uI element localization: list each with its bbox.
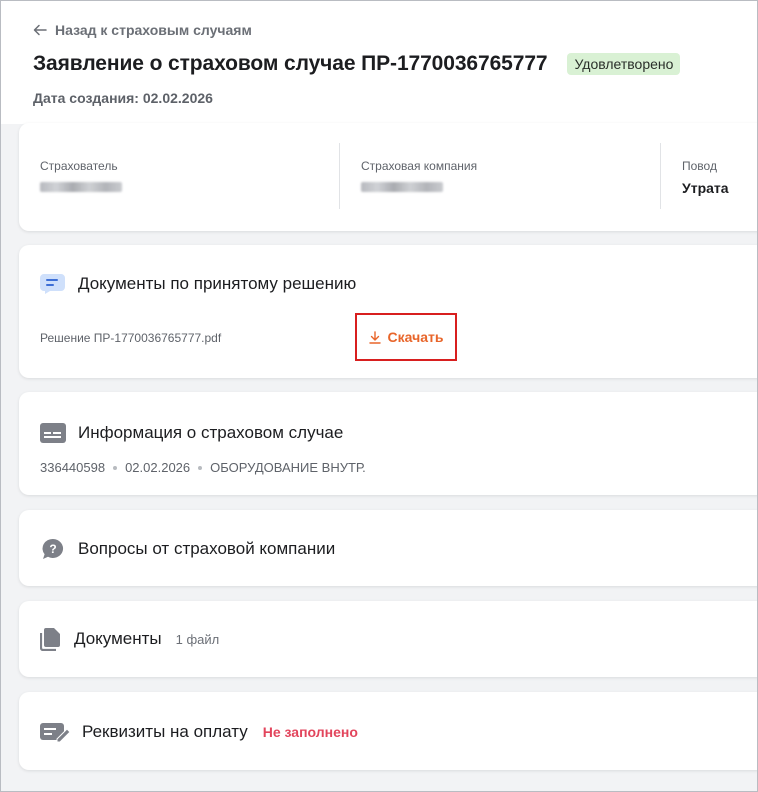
svg-text:?: ? (49, 542, 56, 556)
arrow-left-icon (33, 24, 47, 36)
separator-dot (113, 465, 118, 470)
decision-file-name: Решение ПР-1770036765777.pdf (40, 331, 222, 345)
payment-status: Не заполнено (262, 724, 358, 740)
page-header: Назад к страховым случаям Заявление о ст… (0, 0, 758, 124)
company-block: Страховая компания (361, 159, 477, 192)
questions-header: ? Вопросы от страховой компании (40, 538, 335, 560)
company-value-redacted (361, 182, 443, 192)
question-icon: ? (40, 538, 66, 560)
reason-value: Утрата (682, 180, 729, 196)
divider (339, 143, 340, 209)
decision-documents-header: Документы по принятому решению (40, 273, 356, 295)
documents-count: 1 файл (175, 631, 220, 647)
insurer-label: Страхователь (40, 159, 118, 173)
case-info-title: Информация о страховом случае (78, 423, 344, 442)
back-link[interactable]: Назад к страховым случаям (33, 22, 758, 38)
case-info-header: Информация о страховом случае (40, 422, 343, 444)
separator-dot (198, 465, 203, 470)
id-card-icon (40, 422, 66, 444)
reason-label: Повод (682, 159, 717, 173)
edit-card-icon (40, 721, 70, 743)
back-link-label: Назад к страховым случаям (55, 22, 252, 38)
documents-title: Документы (74, 629, 162, 648)
case-object: ОБОРУДОВАНИЕ ВНУТР. (210, 460, 366, 475)
page-title: Заявление о страховом случае ПР-17700367… (33, 52, 548, 75)
decision-documents-title: Документы по принятому решению (78, 274, 357, 293)
questions-title: Вопросы от страховой компании (78, 539, 336, 558)
download-button[interactable]: Скачать (355, 313, 457, 361)
payment-details-title: Реквизиты на оплату (82, 722, 248, 741)
case-number: 336440598 (40, 460, 106, 475)
creation-date: Дата создания: 02.02.2026 (33, 90, 213, 106)
documents-card[interactable]: Документы 1 файл (19, 601, 758, 677)
case-info-details: 336440598 02.02.2026 ОБОРУДОВАНИЕ ВНУТР. (40, 460, 366, 475)
reason-block: Повод Утрата (682, 159, 729, 196)
parties-card: Страхователь Страховая компания Повод Ут… (19, 123, 758, 231)
payment-details-header: Реквизиты на оплату Не заполнено (40, 721, 358, 743)
insurer-block: Страхователь (40, 159, 122, 192)
questions-card[interactable]: ? Вопросы от страховой компании (19, 510, 758, 586)
documents-header: Документы 1 файл (40, 628, 220, 651)
insurer-value-redacted (40, 182, 122, 192)
chat-doc-icon (40, 273, 66, 295)
status-badge: Удовлетворено (567, 53, 681, 75)
divider (660, 143, 661, 209)
copy-docs-icon (40, 628, 62, 651)
company-label: Страховая компания (361, 159, 478, 173)
payment-details-card[interactable]: Реквизиты на оплату Не заполнено (19, 692, 758, 770)
case-info-card[interactable]: Информация о страховом случае 336440598 … (19, 392, 758, 495)
case-date: 02.02.2026 (125, 460, 191, 475)
download-icon (368, 330, 381, 344)
download-label: Скачать (387, 329, 444, 345)
decision-documents-card: Документы по принятому решению Решение П… (19, 245, 758, 378)
